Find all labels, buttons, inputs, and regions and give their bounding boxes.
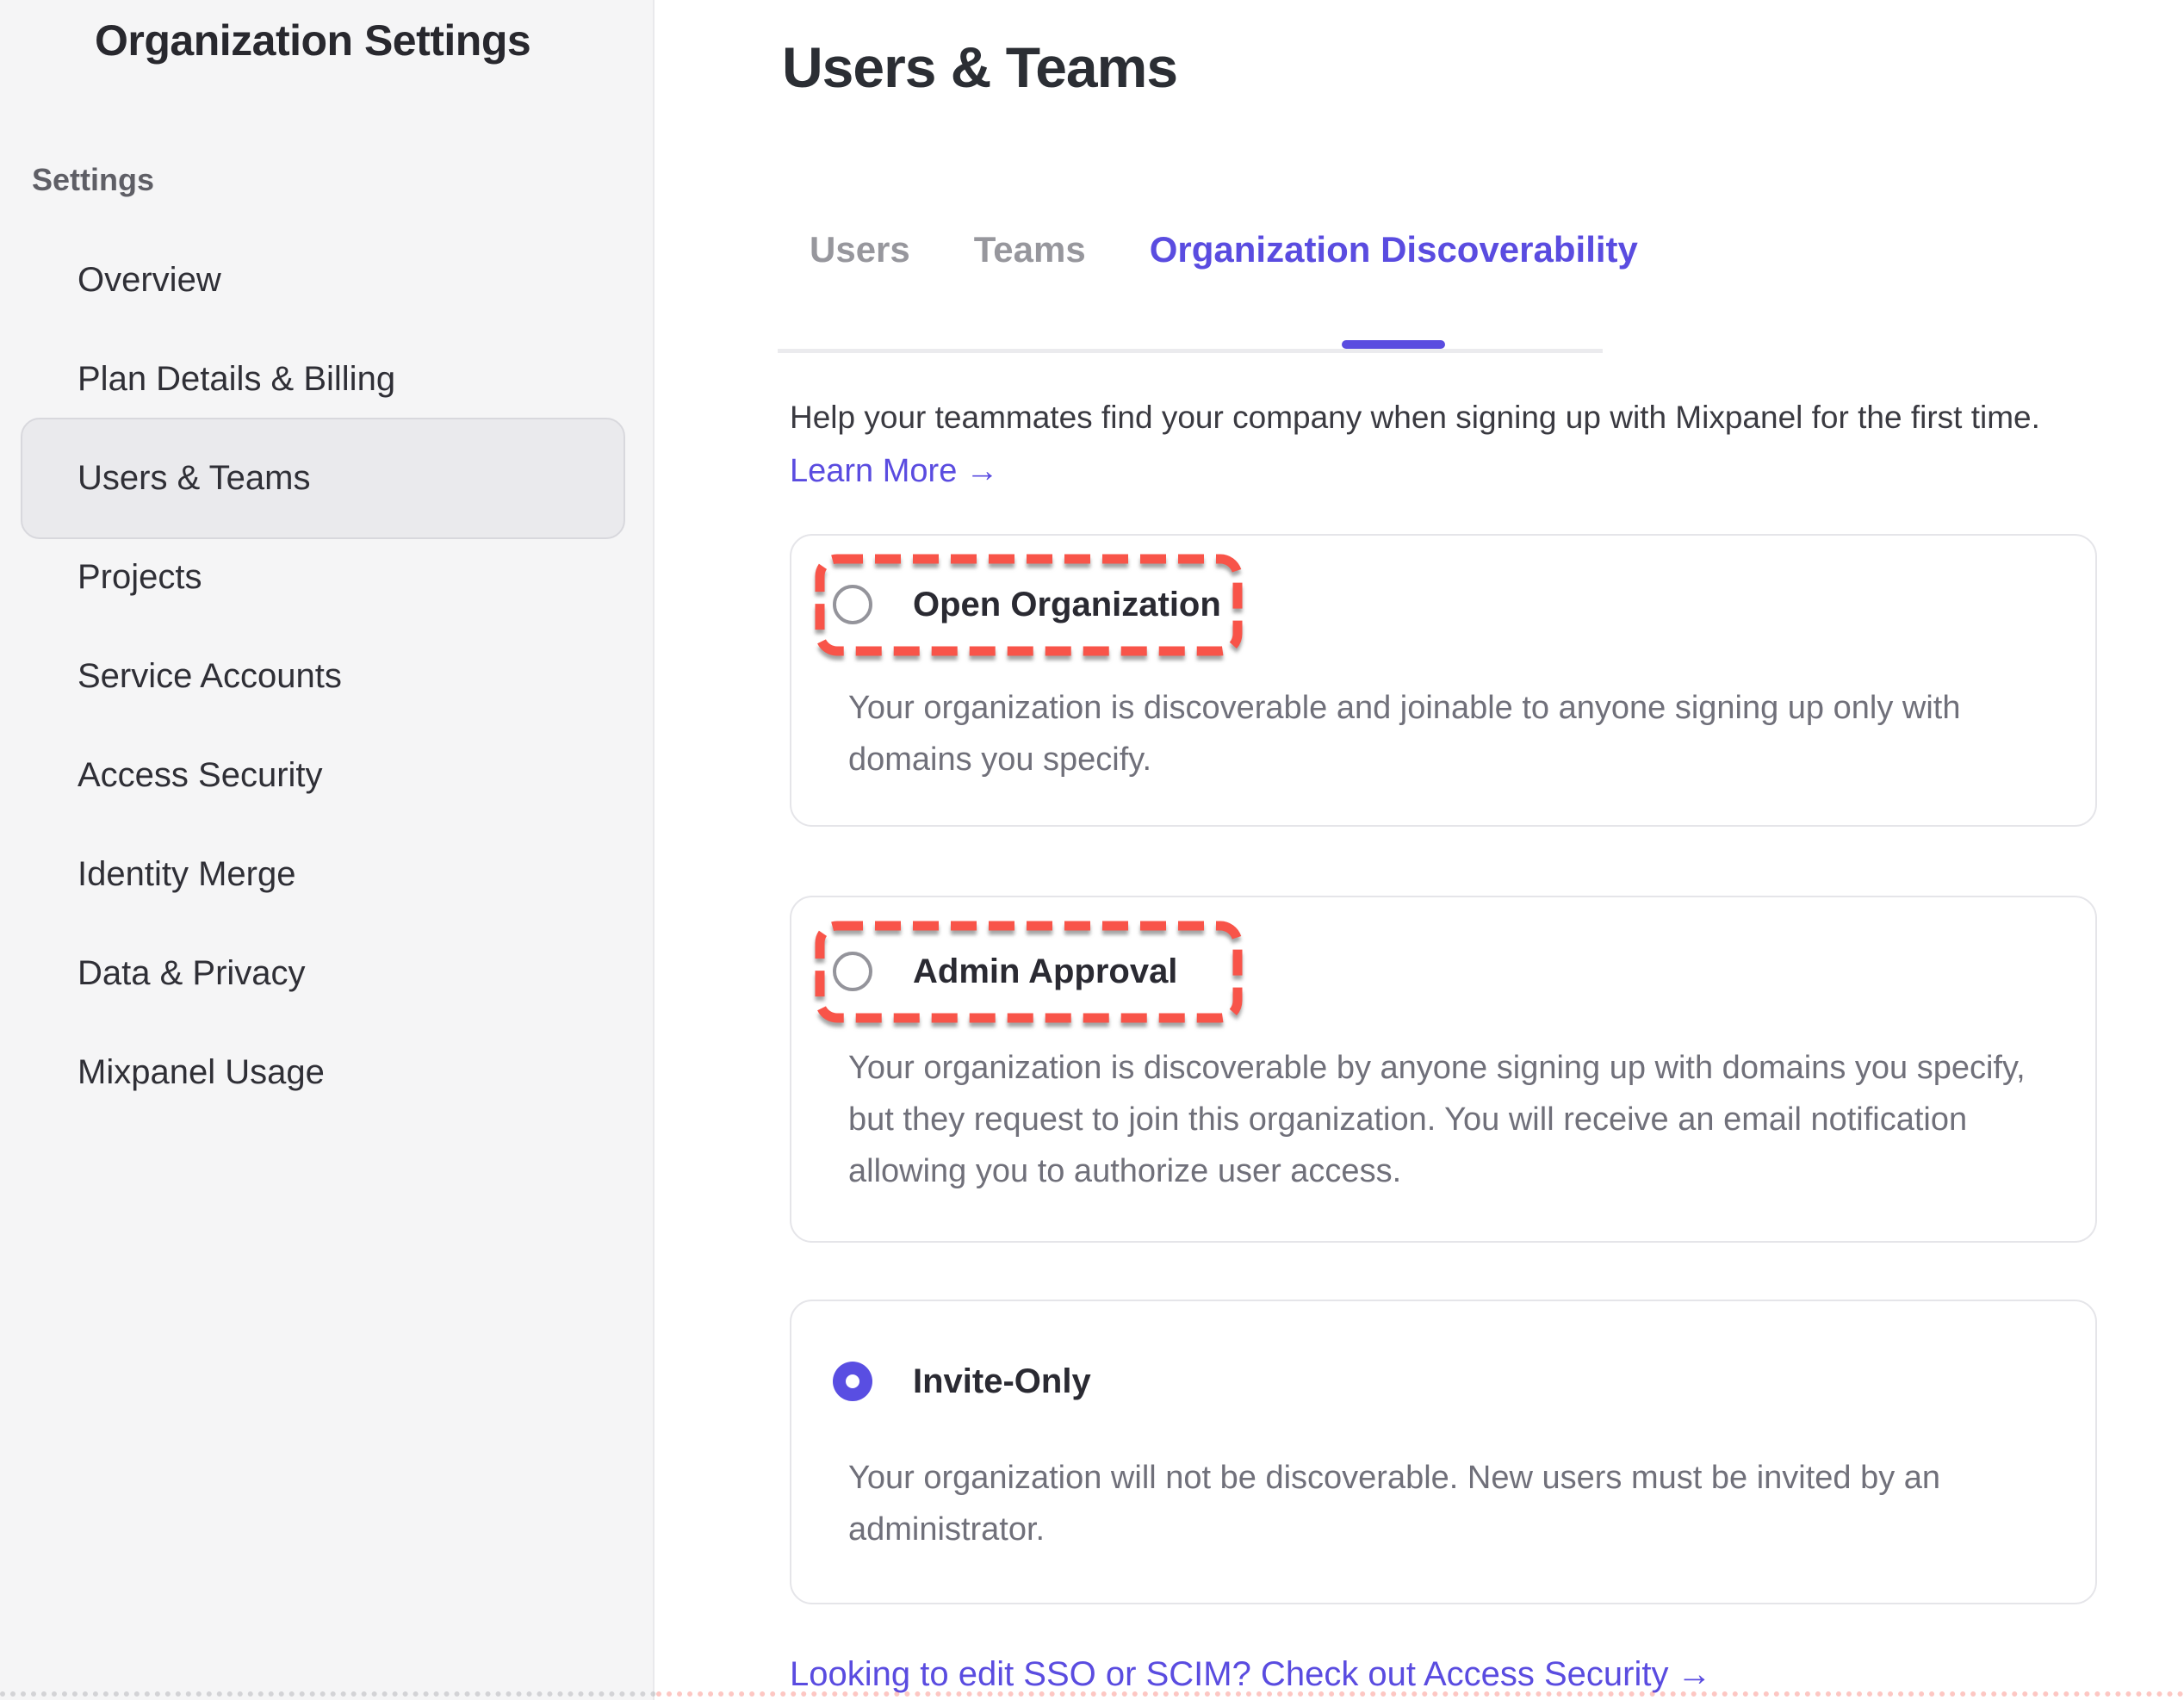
- option-label[interactable]: Admin Approval: [913, 952, 1177, 991]
- option-row: Open Organization: [833, 585, 1221, 624]
- annotation-dotted-line: [656, 1691, 2184, 1697]
- sidebar: Organization Settings Settings Overview …: [0, 0, 655, 1700]
- learn-more-link[interactable]: Learn More→: [790, 453, 998, 490]
- intro-text: Help your teammates find your company wh…: [790, 400, 2040, 436]
- tab-organization-discoverability[interactable]: Organization Discoverability: [1118, 226, 1670, 349]
- sidebar-item-plan-details-billing[interactable]: Plan Details & Billing: [0, 330, 653, 429]
- option-description: Your organization will not be discoverab…: [848, 1452, 2054, 1555]
- sidebar-item-mixpanel-usage[interactable]: Mixpanel Usage: [0, 1023, 653, 1122]
- sidebar-section-label: Settings: [32, 162, 154, 198]
- sidebar-nav: Overview Plan Details & Billing Users & …: [0, 231, 653, 1122]
- sidebar-item-service-accounts[interactable]: Service Accounts: [0, 627, 653, 726]
- option-label[interactable]: Open Organization: [913, 586, 1221, 624]
- option-row: Admin Approval: [833, 952, 1177, 991]
- arrow-right-icon: →: [1677, 1655, 1711, 1693]
- option-label[interactable]: Invite-Only: [913, 1362, 1091, 1401]
- sidebar-item-data-privacy[interactable]: Data & Privacy: [0, 924, 653, 1023]
- radio-invite-only[interactable]: [833, 1362, 872, 1401]
- sidebar-item-users-teams[interactable]: Users & Teams: [0, 429, 653, 528]
- access-security-link[interactable]: Looking to edit SSO or SCIM? Check out A…: [790, 1655, 1711, 1694]
- option-card-open-organization: Open Organization Your organization is d…: [790, 534, 2097, 827]
- sidebar-item-projects[interactable]: Projects: [0, 528, 653, 627]
- tab-bar: Users Teams Organization Discoverability: [778, 226, 1603, 353]
- learn-more-label: Learn More: [790, 453, 957, 489]
- tab-users[interactable]: Users: [778, 226, 942, 349]
- option-description: Your organization is discoverable and jo…: [848, 682, 2054, 785]
- sidebar-item-overview[interactable]: Overview: [0, 231, 653, 330]
- sidebar-item-access-security[interactable]: Access Security: [0, 726, 653, 825]
- option-card-admin-approval: Admin Approval Your organization is disc…: [790, 896, 2097, 1243]
- organization-settings-page: Organization Settings Settings Overview …: [0, 0, 2184, 1700]
- tab-teams[interactable]: Teams: [942, 226, 1118, 349]
- arrow-right-icon: →: [965, 453, 998, 489]
- option-card-invite-only: Invite-Only Your organization will not b…: [790, 1300, 2097, 1604]
- sidebar-item-identity-merge[interactable]: Identity Merge: [0, 825, 653, 924]
- radio-admin-approval[interactable]: [833, 952, 872, 991]
- option-description: Your organization is discoverable by any…: [848, 1042, 2054, 1197]
- access-security-link-label: Looking to edit SSO or SCIM? Check out A…: [790, 1655, 1668, 1693]
- radio-open-organization[interactable]: [833, 585, 872, 624]
- annotation-dotted-line-sidebar: [0, 1691, 656, 1697]
- option-row: Invite-Only: [833, 1362, 1091, 1401]
- sidebar-title: Organization Settings: [95, 16, 530, 65]
- page-title: Users & Teams: [782, 34, 1177, 100]
